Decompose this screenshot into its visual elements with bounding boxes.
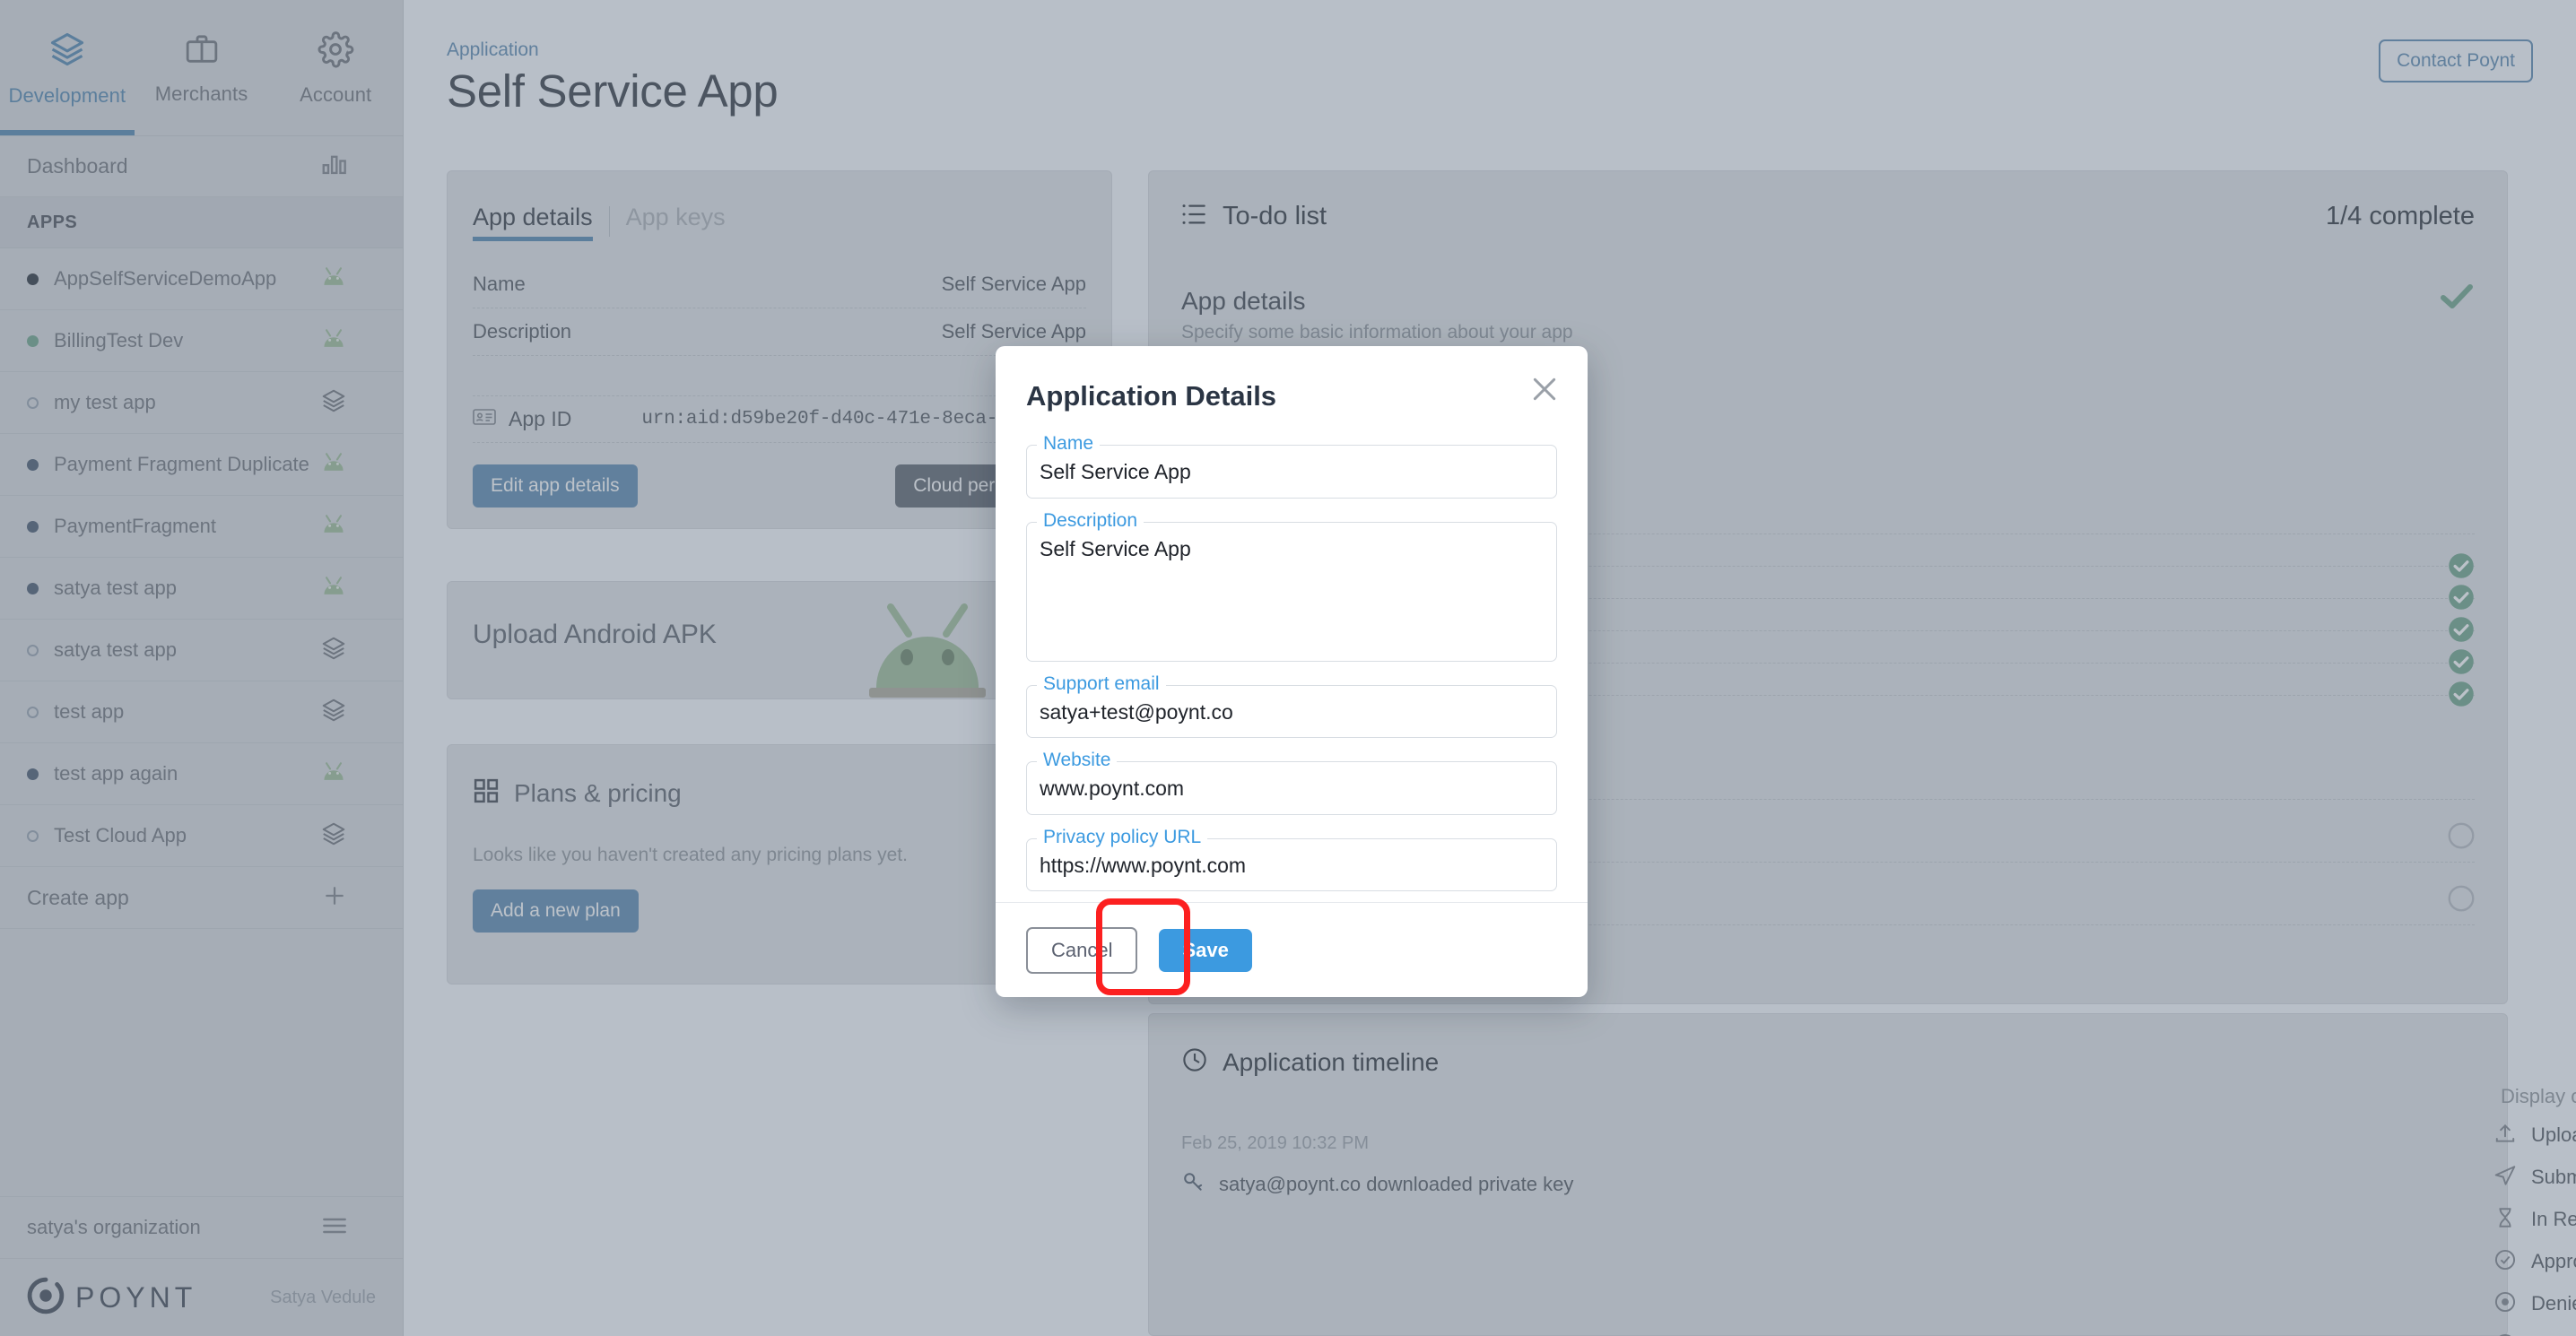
field-label: Name: [1037, 433, 1101, 455]
field-value: https://www.poynt.com: [1040, 853, 1247, 877]
modal-fields: Name Self Service App Description Self Serv…: [996, 421, 1588, 902]
modal-field: Description Self Service App: [1026, 509, 1557, 662]
close-icon[interactable]: [1525, 369, 1564, 409]
field-value: Self Service App: [1040, 460, 1191, 483]
field-value: Self Service App: [1040, 536, 1191, 560]
description-textarea[interactable]: Self Service App: [1026, 521, 1557, 662]
modal-field: Website www.poynt.com: [1026, 750, 1557, 815]
modal-footer: Cancel Save: [996, 902, 1588, 997]
field-label: Support email: [1037, 672, 1166, 695]
field-value: satya+test@poynt.co: [1040, 699, 1233, 724]
field-label: Description: [1037, 509, 1144, 532]
text-input[interactable]: Self Service App: [1026, 445, 1557, 499]
modal-field: Name Self Service App: [1026, 433, 1557, 499]
field-label: Privacy policy URL: [1037, 826, 1208, 848]
application-details-modal: Application Details Name Self Service App…: [996, 346, 1588, 997]
cancel-button[interactable]: Cancel: [1026, 926, 1138, 974]
modal-field: Support email satya+test@poynt.co: [1026, 672, 1557, 739]
field-value: www.poynt.com: [1040, 776, 1185, 801]
modal-field: Privacy policy URL https://www.poynt.com: [1026, 826, 1557, 892]
modal-title: Application Details: [1026, 380, 1277, 412]
save-button[interactable]: Save: [1159, 928, 1252, 972]
field-label: Website: [1037, 750, 1118, 772]
app-root: Development Merchants Account Dashboard …: [0, 0, 2576, 1336]
